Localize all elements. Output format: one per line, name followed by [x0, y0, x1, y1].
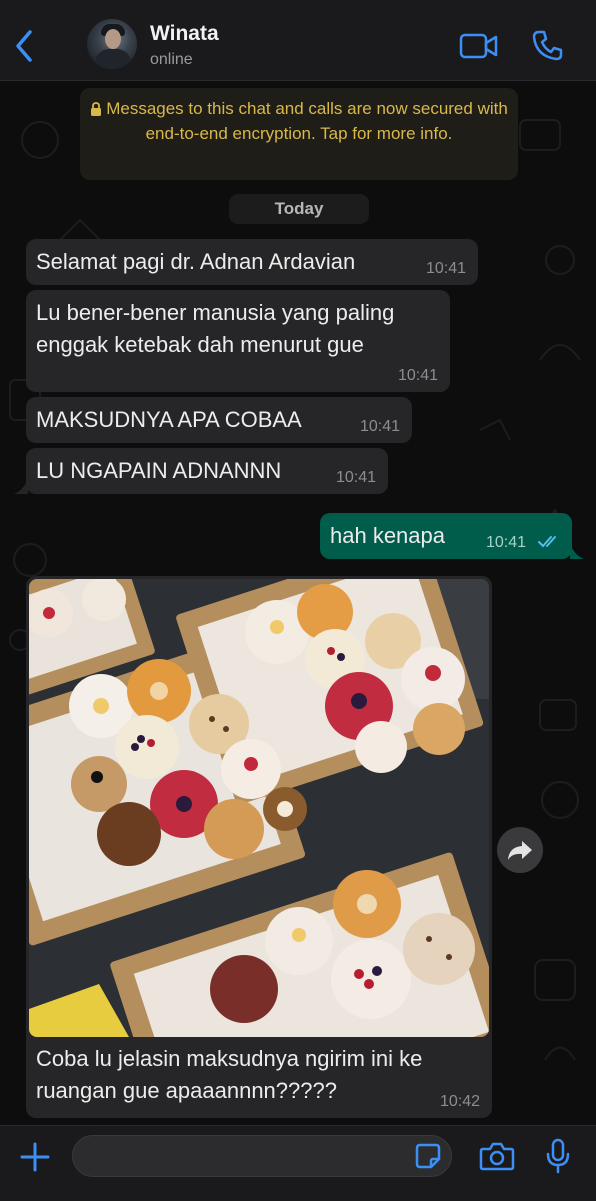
donut-boxes-photo[interactable]	[29, 579, 489, 1037]
back-button[interactable]	[10, 28, 40, 64]
contact-name[interactable]: Winata	[150, 22, 219, 46]
message-text-line-2: enggak ketebak dah menurut gue	[36, 332, 364, 357]
date-divider: Today	[229, 194, 369, 224]
message-bubble-image[interactable]: Coba lu jelasin maksudnya ngirim ini ke …	[26, 576, 492, 1118]
forward-button[interactable]	[497, 827, 543, 873]
encryption-notice-text: Messages to this chat and calls are now …	[106, 99, 508, 143]
message-text: LU NGAPAIN ADNANNN	[36, 458, 282, 483]
phone-icon	[532, 30, 563, 61]
forward-icon	[508, 841, 532, 860]
plus-icon	[20, 1142, 50, 1172]
encryption-notice[interactable]: Messages to this chat and calls are now …	[80, 88, 518, 180]
sticker-button[interactable]	[414, 1142, 442, 1170]
microphone-button[interactable]	[545, 1138, 571, 1174]
message-input[interactable]	[72, 1135, 452, 1177]
composer-bar	[0, 1125, 596, 1201]
chat-header: Winata online	[0, 0, 596, 81]
message-bubble-outgoing[interactable]: hah kenapa 10:41	[320, 513, 572, 559]
message-bubble-incoming[interactable]: MAKSUDNYA APA COBAA 10:41	[26, 397, 412, 443]
message-time: 10:41	[425, 260, 466, 277]
voice-call-button[interactable]	[531, 28, 565, 62]
double-check-icon	[538, 536, 556, 548]
image-caption-line-2: ruangan gue apaaannnn?????	[36, 1078, 337, 1103]
avatar[interactable]	[87, 19, 137, 69]
bubble-tail	[14, 478, 28, 494]
message-bubble-incoming[interactable]: Lu bener-bener manusia yang paling engga…	[26, 290, 450, 392]
message-time: 10:41	[335, 469, 376, 486]
message-text-line-1: Lu bener-bener manusia yang paling	[36, 300, 395, 325]
message-bubble-incoming[interactable]: Selamat pagi dr. Adnan Ardavian 10:41	[26, 239, 478, 285]
camera-icon	[479, 1142, 515, 1171]
message-time: 10:41	[359, 418, 400, 435]
message-time: 10:41	[397, 367, 438, 384]
message-text: MAKSUDNYA APA COBAA	[36, 407, 302, 432]
video-icon	[459, 33, 498, 59]
message-text: Selamat pagi dr. Adnan Ardavian	[36, 249, 356, 274]
chevron-left-icon	[16, 30, 32, 62]
message-text: hah kenapa	[330, 523, 445, 548]
message-time: 10:42	[439, 1093, 480, 1110]
contact-status: online	[150, 51, 193, 68]
camera-button[interactable]	[479, 1140, 515, 1172]
video-call-button[interactable]	[459, 32, 499, 60]
message-time: 10:41	[486, 534, 527, 551]
attach-button[interactable]	[18, 1140, 52, 1174]
microphone-icon	[546, 1138, 570, 1174]
image-caption-line-1: Coba lu jelasin maksudnya ngirim ini ke	[36, 1046, 423, 1071]
sticker-icon	[415, 1143, 441, 1169]
bubble-tail	[570, 543, 584, 559]
message-bubble-incoming[interactable]: LU NGAPAIN ADNANNN 10:41	[26, 448, 388, 494]
lock-icon	[91, 102, 102, 116]
